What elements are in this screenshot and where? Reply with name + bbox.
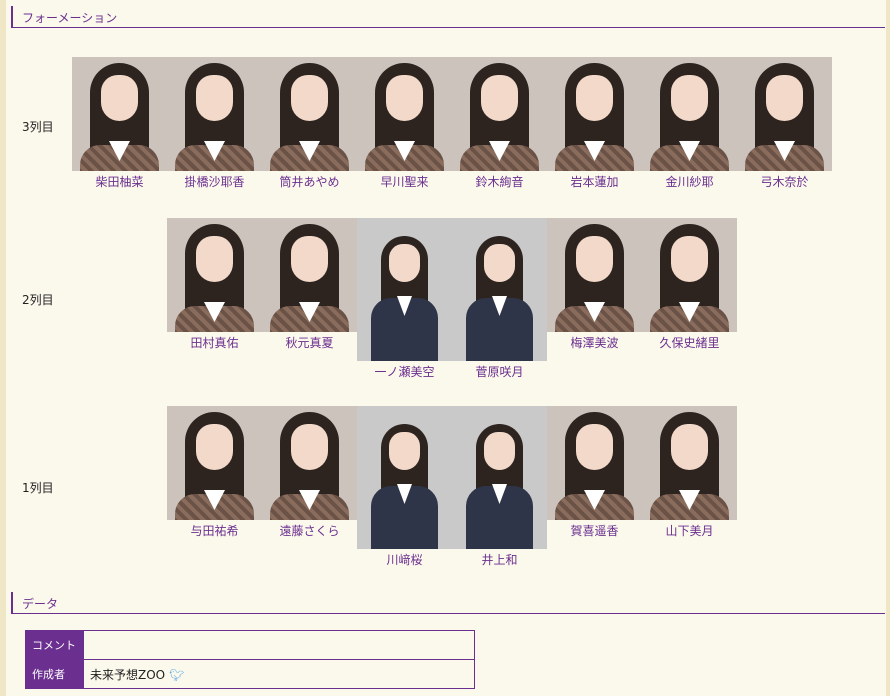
member-card[interactable]: 田村真佑	[167, 218, 262, 351]
member-name[interactable]: 鈴木絢音	[452, 173, 547, 190]
member-card[interactable]: 秋元真夏	[262, 218, 357, 351]
member-name[interactable]: 与田祐希	[167, 522, 262, 539]
data-table: コメント 作成者 未来予想ZOO 🐦︎	[25, 630, 475, 689]
member-name[interactable]: 弓木奈於	[737, 173, 832, 190]
data-header-label: データ	[22, 597, 59, 611]
member-card[interactable]: 井上和	[452, 406, 547, 568]
member-photo[interactable]	[357, 57, 452, 171]
member-card[interactable]: 鈴木絢音	[452, 57, 547, 190]
member-card[interactable]: 柴田柚菜	[72, 57, 167, 190]
member-photo[interactable]	[737, 57, 832, 171]
member-photo[interactable]	[262, 57, 357, 171]
member-name[interactable]: 岩本蓮加	[547, 173, 642, 190]
formation-section-header: フォーメーション	[11, 6, 885, 28]
member-name[interactable]: 井上和	[452, 551, 547, 568]
member-name[interactable]: 掛橋沙耶香	[167, 173, 262, 190]
member-name[interactable]: 賀喜遥香	[547, 522, 642, 539]
row-1-label: 1列目	[22, 481, 54, 495]
data-section-header: データ	[11, 592, 885, 614]
member-name[interactable]: 秋元真夏	[262, 334, 357, 351]
member-card[interactable]: 筒井あやめ	[262, 57, 357, 190]
member-name[interactable]: 遠藤さくら	[262, 522, 357, 539]
member-photo[interactable]	[547, 406, 642, 520]
author-label: 作成者	[25, 659, 84, 689]
member-photo[interactable]	[72, 57, 167, 171]
member-name[interactable]: 早川聖来	[357, 173, 452, 190]
member-card[interactable]: 岩本蓮加	[547, 57, 642, 190]
author-cell: 未来予想ZOO 🐦︎	[83, 659, 475, 689]
member-card[interactable]: 弓木奈於	[737, 57, 832, 190]
member-photo[interactable]	[357, 406, 452, 549]
comment-label: コメント	[25, 630, 84, 660]
row-2-label: 2列目	[22, 293, 54, 307]
member-photo[interactable]	[167, 406, 262, 520]
author-name[interactable]: 未来予想ZOO	[90, 668, 165, 682]
member-photo[interactable]	[642, 57, 737, 171]
member-card[interactable]: 梅澤美波	[547, 218, 642, 351]
member-card[interactable]: 菅原咲月	[452, 218, 547, 380]
formation-header-label: フォーメーション	[22, 11, 118, 25]
member-card[interactable]: 金川紗耶	[642, 57, 737, 190]
member-card[interactable]: 久保史緒里	[642, 218, 737, 351]
member-photo[interactable]	[357, 218, 452, 361]
comment-value	[83, 630, 475, 660]
member-name[interactable]: 筒井あやめ	[262, 173, 357, 190]
member-photo[interactable]	[452, 57, 547, 171]
member-photo[interactable]	[547, 218, 642, 332]
member-photo[interactable]	[262, 406, 357, 520]
member-photo[interactable]	[642, 406, 737, 520]
member-card[interactable]: 早川聖来	[357, 57, 452, 190]
member-card[interactable]: 掛橋沙耶香	[167, 57, 262, 190]
member-photo[interactable]	[167, 57, 262, 171]
member-card[interactable]: 与田祐希	[167, 406, 262, 539]
member-card[interactable]: 山下美月	[642, 406, 737, 539]
member-card[interactable]: 遠藤さくら	[262, 406, 357, 539]
member-name[interactable]: 金川紗耶	[642, 173, 737, 190]
member-name[interactable]: 川﨑桜	[357, 551, 452, 568]
member-photo[interactable]	[452, 218, 547, 361]
member-card[interactable]: 一ノ瀬美空	[357, 218, 452, 380]
member-name[interactable]: 山下美月	[642, 522, 737, 539]
member-name[interactable]: 久保史緒里	[642, 334, 737, 351]
member-name[interactable]: 柴田柚菜	[72, 173, 167, 190]
member-photo[interactable]	[547, 57, 642, 171]
member-card[interactable]: 川﨑桜	[357, 406, 452, 568]
member-photo[interactable]	[262, 218, 357, 332]
row-3-label: 3列目	[22, 120, 54, 134]
member-name[interactable]: 田村真佑	[167, 334, 262, 351]
member-name[interactable]: 菅原咲月	[452, 363, 547, 380]
member-name[interactable]: 一ノ瀬美空	[357, 363, 452, 380]
member-card[interactable]: 賀喜遥香	[547, 406, 642, 539]
member-photo[interactable]	[167, 218, 262, 332]
member-photo[interactable]	[642, 218, 737, 332]
member-name[interactable]: 梅澤美波	[547, 334, 642, 351]
member-photo[interactable]	[452, 406, 547, 549]
twitter-bird-icon[interactable]: 🐦︎	[169, 668, 184, 682]
